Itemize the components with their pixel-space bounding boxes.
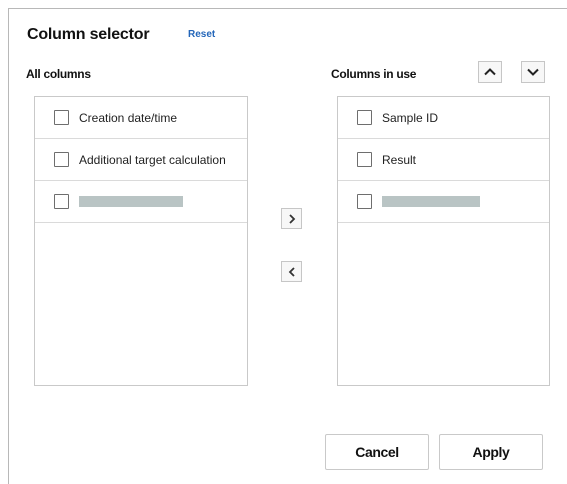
list-item-label: Creation date/time bbox=[79, 110, 178, 125]
list-item[interactable]: Creation date/time bbox=[35, 97, 247, 139]
all-columns-list[interactable]: Creation date/time Additional target cal… bbox=[34, 96, 248, 386]
list-item[interactable]: Additional target calculation bbox=[35, 139, 247, 181]
add-column-button[interactable] bbox=[281, 208, 302, 229]
dialog-title: Column selector bbox=[27, 26, 150, 43]
checkbox[interactable] bbox=[54, 152, 69, 167]
all-columns-heading: All columns bbox=[26, 67, 91, 81]
chevron-right-icon bbox=[287, 213, 297, 224]
list-item[interactable] bbox=[35, 181, 247, 223]
list-item-label: Result bbox=[382, 152, 417, 167]
checkbox[interactable] bbox=[54, 194, 69, 209]
move-down-button[interactable] bbox=[521, 61, 545, 83]
list-item[interactable]: Result bbox=[338, 139, 549, 181]
redacted-label bbox=[382, 196, 480, 207]
reset-link[interactable]: Reset bbox=[188, 29, 215, 40]
chevron-left-icon bbox=[287, 266, 297, 277]
checkbox[interactable] bbox=[357, 194, 372, 209]
checkbox[interactable] bbox=[357, 110, 372, 125]
remove-column-button[interactable] bbox=[281, 261, 302, 282]
list-item-label: Additional target calculation bbox=[79, 152, 226, 167]
apply-button[interactable]: Apply bbox=[439, 434, 543, 470]
chevron-down-icon bbox=[527, 67, 539, 77]
columns-in-use-heading: Columns in use bbox=[331, 67, 417, 81]
redacted-label bbox=[79, 196, 183, 207]
columns-in-use-list[interactable]: Sample ID Result bbox=[337, 96, 550, 386]
move-up-button[interactable] bbox=[478, 61, 502, 83]
chevron-up-icon bbox=[484, 67, 496, 77]
cancel-button[interactable]: Cancel bbox=[325, 434, 429, 470]
list-item[interactable]: Sample ID bbox=[338, 97, 549, 139]
checkbox[interactable] bbox=[54, 110, 69, 125]
list-item-label: Sample ID bbox=[382, 110, 439, 125]
checkbox[interactable] bbox=[357, 152, 372, 167]
list-item[interactable] bbox=[338, 181, 549, 223]
